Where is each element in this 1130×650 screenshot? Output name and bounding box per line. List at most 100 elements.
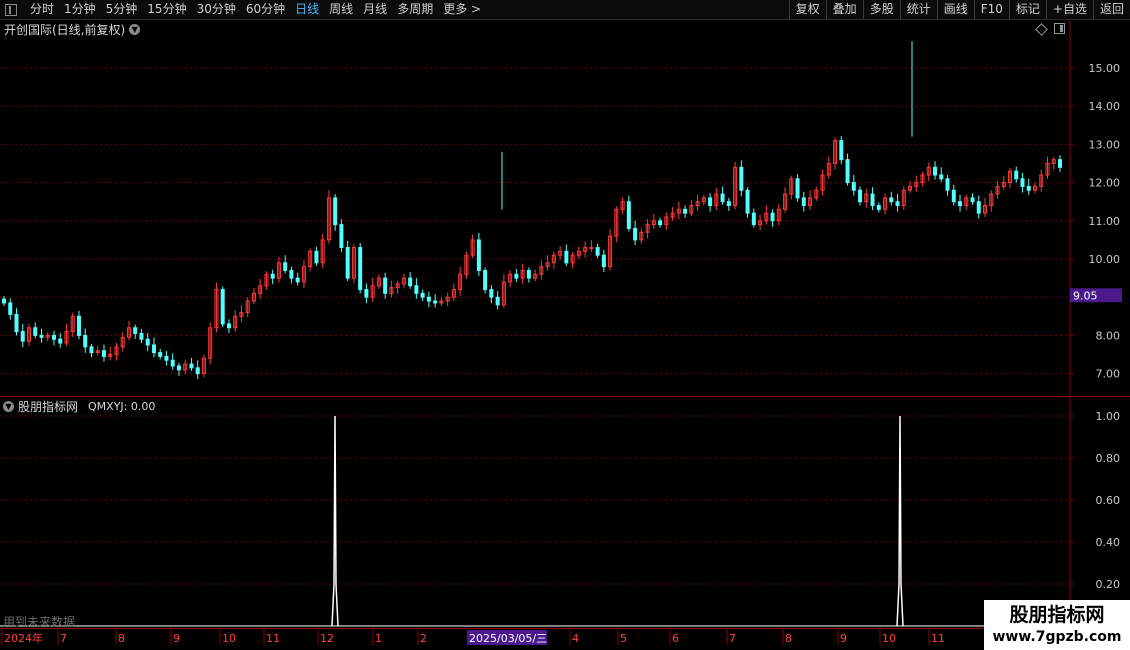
- candle-body: [495, 296, 500, 306]
- indicator-tick-label: 0.40: [1096, 536, 1121, 549]
- candle-body: [101, 350, 106, 357]
- candle-body: [476, 239, 481, 271]
- period-tab-5min[interactable]: 5分钟: [101, 0, 143, 19]
- candle-body: [795, 178, 800, 199]
- candle-body: [933, 166, 938, 176]
- candle-body: [439, 300, 444, 304]
- period-tab-1min[interactable]: 1分钟: [59, 0, 101, 19]
- period-tab-multi[interactable]: 多周期: [392, 0, 438, 19]
- candle-body: [64, 331, 69, 344]
- candle-body: [226, 323, 231, 329]
- price-tick-label: 9.00: [1096, 291, 1121, 304]
- candle-body: [176, 365, 181, 371]
- mark-button[interactable]: 标记: [1008, 0, 1046, 19]
- panel-toggle-icon[interactable]: [5, 3, 17, 16]
- statistics-button[interactable]: 统计: [899, 0, 937, 19]
- candle-body: [89, 346, 94, 354]
- candlestick-chart[interactable]: 15.0014.0013.0012.0011.0010.009.008.007.…: [0, 0, 1130, 650]
- candle-body: [720, 193, 725, 203]
- candle-body: [389, 287, 394, 294]
- date-tick-label: 8: [785, 632, 792, 645]
- candle-body: [970, 197, 975, 203]
- candle-body: [220, 289, 225, 325]
- candle-body: [408, 277, 413, 287]
- candle-body: [39, 334, 44, 338]
- candle-body: [908, 185, 913, 191]
- panel-layout-icon[interactable]: [1054, 23, 1065, 34]
- f10-button[interactable]: F10: [973, 0, 1009, 19]
- candle-body: [258, 285, 263, 294]
- candle-body: [701, 197, 706, 203]
- candle-body: [864, 193, 869, 203]
- indicator-tick-label: 0.80: [1096, 452, 1121, 465]
- candle-body: [239, 311, 244, 317]
- period-tab-15min[interactable]: 15分钟: [142, 0, 191, 19]
- candle-body: [320, 239, 325, 264]
- candle-body: [1026, 185, 1031, 191]
- candle-body: [820, 174, 825, 191]
- price-tick-label: 10.00: [1089, 253, 1121, 266]
- candle-body: [283, 262, 288, 271]
- signal-spike: [331, 415, 339, 627]
- candle-body: [108, 354, 113, 357]
- current-price-tag: [1070, 288, 1122, 303]
- candle-body: [120, 336, 125, 348]
- diamond-icon[interactable]: [1035, 23, 1048, 36]
- date-tick-label: 11: [931, 632, 945, 645]
- candle-body: [1039, 174, 1044, 187]
- period-tab-30min[interactable]: 30分钟: [192, 0, 241, 19]
- candle-body: [945, 178, 950, 191]
- period-tab-weekly[interactable]: 周线: [324, 0, 358, 19]
- candle-body: [739, 166, 744, 191]
- candle-body: [689, 205, 694, 214]
- back-button[interactable]: 返回: [1092, 0, 1130, 19]
- candle-body: [501, 281, 506, 306]
- candle-body: [326, 197, 331, 241]
- candle-body: [801, 197, 806, 207]
- candle-body: [83, 334, 88, 348]
- candle-body: [645, 224, 650, 233]
- candle-body: [364, 289, 369, 298]
- candle-body: [620, 201, 625, 210]
- candle-body: [758, 220, 763, 226]
- candle-body: [870, 193, 875, 207]
- period-tab-60min[interactable]: 60分钟: [241, 0, 290, 19]
- candle-body: [170, 359, 175, 367]
- candle-body: [451, 289, 456, 298]
- date-tick-label: 4: [572, 632, 579, 645]
- candle-body: [483, 269, 488, 291]
- candle-body: [833, 140, 838, 165]
- candle-body: [964, 197, 969, 207]
- candle-body: [876, 205, 881, 210]
- candle-body: [514, 273, 519, 279]
- candle-body: [839, 140, 844, 161]
- candle-body: [308, 250, 313, 268]
- candle-body: [251, 292, 256, 302]
- indicator-tick-label: 0.20: [1096, 578, 1121, 591]
- add-watchlist-button[interactable]: +自选: [1045, 0, 1093, 19]
- candle-body: [333, 197, 338, 226]
- draw-line-button[interactable]: 画线: [936, 0, 974, 19]
- cursor-date-label: 2025/03/05/三: [469, 632, 547, 645]
- site-watermark: 股朋指标网 www.7gpzb.com: [984, 600, 1130, 650]
- chevron-down-icon[interactable]: ▼: [129, 24, 141, 35]
- candle-body: [883, 197, 888, 210]
- adjust-button[interactable]: 复权: [788, 0, 826, 19]
- candle-body: [851, 182, 856, 191]
- chevron-down-icon[interactable]: ▼: [3, 401, 14, 412]
- watermark-title: 股朋指标网: [1009, 604, 1105, 626]
- multi-stock-button[interactable]: 多股: [862, 0, 900, 19]
- candle-body: [770, 212, 775, 222]
- overlay-button[interactable]: 叠加: [825, 0, 863, 19]
- date-tick-label: 1: [375, 632, 382, 645]
- candle-body: [376, 277, 381, 287]
- period-tab-monthly[interactable]: 月线: [358, 0, 392, 19]
- candle-body: [708, 197, 713, 207]
- chart-title: 开创国际(日线,前复权) ▼: [4, 21, 141, 38]
- period-tab-more[interactable]: 更多 >: [438, 0, 486, 19]
- candle-body: [914, 182, 919, 187]
- future-data-note: 用到未来数据: [3, 615, 76, 629]
- period-tab-daily[interactable]: 日线: [290, 0, 324, 19]
- candle-body: [845, 159, 850, 184]
- period-tab-timeshare[interactable]: 分时: [25, 0, 59, 19]
